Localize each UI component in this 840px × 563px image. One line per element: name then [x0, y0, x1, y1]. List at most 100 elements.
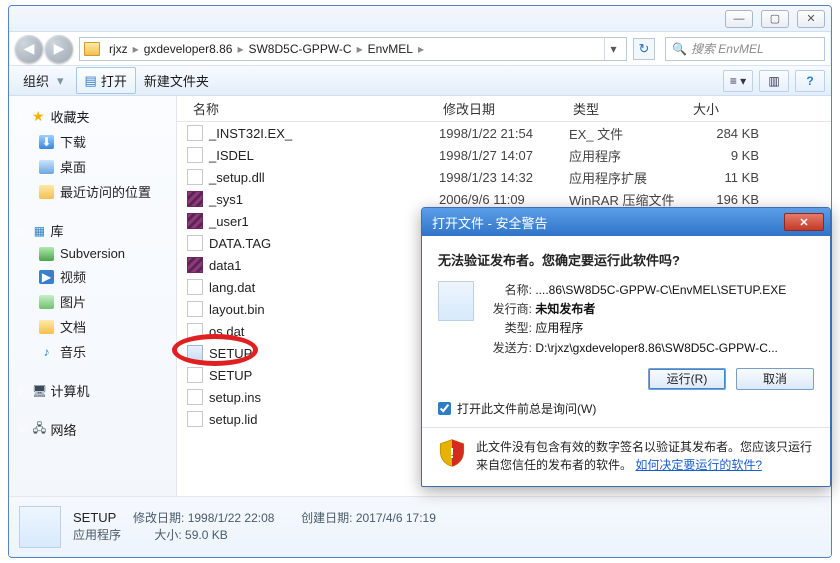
col-type[interactable]: 类型 [567, 99, 687, 118]
folder-icon [84, 42, 100, 56]
shield-icon: ! [438, 438, 466, 468]
crumb-gxdev[interactable]: gxdeveloper8.86 [141, 42, 236, 56]
documents-icon [39, 320, 54, 334]
file-icon [187, 147, 203, 163]
col-size[interactable]: 大小 [687, 99, 831, 118]
music-icon: ♪ [39, 345, 54, 359]
file-name: _INST32I.EX_ [209, 126, 439, 141]
crumb-envmel[interactable]: EnvMEL [365, 42, 416, 56]
pictures-icon [39, 295, 54, 309]
file-row[interactable]: _INST32I.EX_1998/1/22 21:54EX_ 文件284 KB [177, 122, 831, 144]
file-type: 应用程序 [569, 146, 689, 165]
file-name: layout.bin [209, 302, 439, 317]
dialog-titlebar[interactable]: 打开文件 - 安全警告 ✕ [422, 208, 830, 236]
address-bar[interactable]: rjxz▸ gxdeveloper8.86▸ SW8D5C-GPPW-C▸ En… [79, 37, 627, 61]
dialog-warning-link[interactable]: 如何决定要运行的软件? [635, 458, 762, 472]
file-name: os.dat [209, 324, 439, 339]
file-name: setup.lid [209, 412, 439, 427]
back-button[interactable]: ◀ [15, 35, 43, 63]
dlg-pub-value: 未知发布者 [535, 302, 595, 316]
file-size: 284 KB [689, 126, 769, 141]
crumb-sw8[interactable]: SW8D5C-GPPW-C [245, 42, 354, 56]
col-name[interactable]: 名称 [187, 99, 437, 118]
forward-button[interactable]: ▶ [45, 35, 73, 63]
file-name: _sys1 [209, 192, 439, 207]
help-button[interactable]: ? [795, 70, 825, 92]
open-button[interactable]: ▤ 打开 [76, 67, 136, 94]
file-name: _ISDEL [209, 148, 439, 163]
dialog-file-icon [438, 281, 474, 321]
sidebar-subversion[interactable]: Subversion [9, 243, 176, 264]
run-button[interactable]: 运行(R) [648, 368, 726, 390]
sidebar-desktop[interactable]: 桌面 [9, 154, 176, 179]
col-date[interactable]: 修改日期 [437, 99, 567, 118]
sidebar-music[interactable]: ♪音乐 [9, 339, 176, 364]
address-dropdown[interactable]: ▾ [604, 38, 622, 60]
file-name: _setup.dll [209, 170, 439, 185]
preview-pane-button[interactable]: ▥ [759, 70, 789, 92]
cancel-button[interactable]: 取消 [736, 368, 814, 390]
navbar: ◀ ▶ rjxz▸ gxdeveloper8.86▸ SW8D5C-GPPW-C… [9, 32, 831, 66]
dialog-title: 打开文件 - 安全警告 [432, 213, 548, 232]
details-filename: SETUP [73, 510, 116, 525]
dlg-name-value: ....86\SW8D5C-GPPW-C\EnvMEL\SETUP.EXE [535, 283, 786, 297]
svn-icon [39, 247, 54, 261]
library-icon: ▦ [32, 224, 47, 238]
toolbar: 组织 ▾ ▤ 打开 新建文件夹 ≡ ▾ ▥ ? [9, 66, 831, 96]
file-icon [187, 191, 203, 207]
file-date: 1998/1/22 21:54 [439, 126, 569, 141]
sidebar-favorites[interactable]: ▷★收藏夹 [9, 104, 176, 129]
view-options-button[interactable]: ≡ ▾ [723, 70, 753, 92]
file-icon [187, 213, 203, 229]
details-modlabel: 修改日期: [133, 511, 184, 525]
crumb-rjxz[interactable]: rjxz [106, 42, 131, 56]
sidebar-documents[interactable]: 文档 [9, 314, 176, 339]
file-name: DATA.TAG [209, 236, 439, 251]
always-ask-label: 打开此文件前总是询问(W) [457, 400, 596, 417]
sidebar: ▷★收藏夹 ⬇下载 桌面 最近访问的位置 ▷▦ 库 Subversion ▶视频… [9, 96, 177, 496]
sidebar-pictures[interactable]: 图片 [9, 289, 176, 314]
refresh-button[interactable]: ↻ [633, 38, 655, 60]
security-dialog: 打开文件 - 安全警告 ✕ 无法验证发布者。您确定要运行此软件吗? 名称: ..… [421, 207, 831, 487]
dialog-question: 无法验证发布者。您确定要运行此软件吗? [438, 250, 814, 269]
network-icon: 🖧 [32, 423, 47, 437]
sidebar-computer[interactable]: ▷🖥 计算机 [9, 378, 176, 403]
sidebar-network[interactable]: ▷🖧 网络 [9, 417, 176, 442]
file-icon [187, 389, 203, 405]
dlg-type-value: 应用程序 [535, 321, 583, 335]
sidebar-recent[interactable]: 最近访问的位置 [9, 179, 176, 204]
dialog-close-button[interactable]: ✕ [784, 213, 824, 231]
chevron-right-icon: ▸ [131, 42, 141, 56]
details-sizeval: 59.0 KB [185, 528, 228, 542]
file-name: _user1 [209, 214, 439, 229]
file-date: 2006/9/6 11:09 [439, 192, 569, 207]
file-date: 1998/1/27 14:07 [439, 148, 569, 163]
dlg-type-label: 类型: [484, 319, 532, 338]
file-icon [187, 345, 203, 361]
always-ask-checkbox[interactable] [438, 402, 451, 415]
sidebar-video[interactable]: ▶视频 [9, 264, 176, 289]
details-createval: 2017/4/6 17:19 [356, 511, 436, 525]
new-folder-button[interactable]: 新建文件夹 [136, 68, 217, 93]
file-thumbnail [19, 506, 61, 548]
file-icon [187, 367, 203, 383]
close-button[interactable]: ✕ [797, 10, 825, 28]
maximize-button[interactable]: ▢ [761, 10, 789, 28]
dlg-name-label: 名称: [484, 281, 532, 300]
file-row[interactable]: _ISDEL1998/1/27 14:07应用程序9 KB [177, 144, 831, 166]
organize-menu[interactable]: 组织 ▾ [15, 68, 76, 93]
details-pane: SETUP 修改日期: 1998/1/22 22:08 创建日期: 2017/4… [9, 496, 831, 556]
search-input[interactable]: 🔍 搜索 EnvMEL [665, 37, 825, 61]
file-type: EX_ 文件 [569, 124, 689, 143]
svg-text:!: ! [450, 445, 455, 462]
file-name: SETUP [209, 346, 439, 361]
file-icon [187, 301, 203, 317]
sidebar-downloads[interactable]: ⬇下载 [9, 129, 176, 154]
file-row[interactable]: _setup.dll1998/1/23 14:32应用程序扩展11 KB [177, 166, 831, 188]
column-headers[interactable]: 名称 修改日期 类型 大小 [177, 96, 831, 122]
dlg-pub-label: 发行商: [484, 300, 532, 319]
file-date: 1998/1/23 14:32 [439, 170, 569, 185]
sidebar-libraries[interactable]: ▷▦ 库 [9, 218, 176, 243]
minimize-button[interactable]: — [725, 10, 753, 28]
titlebar: — ▢ ✕ [9, 6, 831, 32]
